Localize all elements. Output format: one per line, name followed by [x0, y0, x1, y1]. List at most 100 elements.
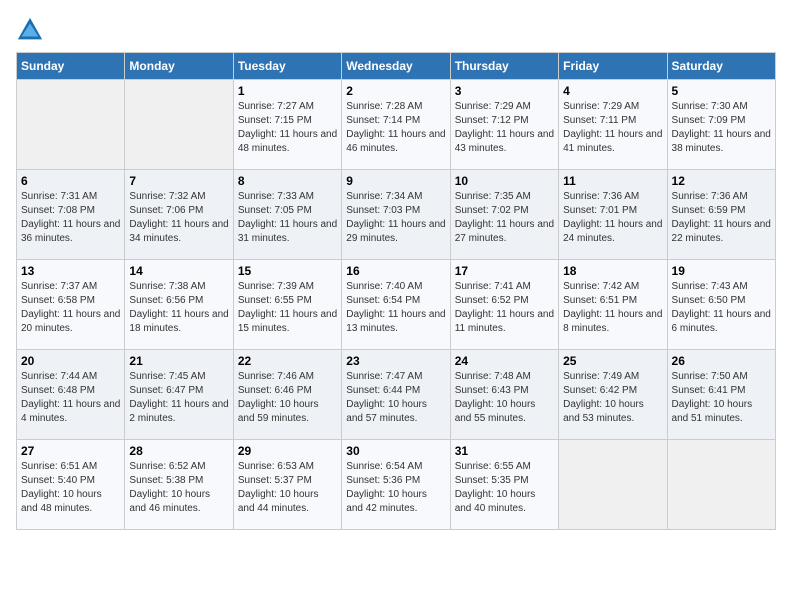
day-number: 18 — [563, 264, 662, 278]
week-row-4: 27 Sunrise: 6:51 AM Sunset: 5:40 PM Dayli… — [17, 440, 776, 530]
day-info: Sunrise: 7:29 AM Sunset: 7:12 PM Dayligh… — [455, 100, 554, 156]
day-cell: 6 Sunrise: 7:31 AM Sunset: 7:08 PM Daylig… — [17, 170, 125, 260]
day-cell: 13Sunrise: 7:37 AM Sunset: 6:58 PM Dayli… — [17, 260, 125, 350]
header-cell-sunday: Sunday — [17, 53, 125, 80]
header-row: SundayMondayTuesdayWednesdayThursdayFrid… — [17, 53, 776, 80]
day-cell: 21 Sunrise: 7:45 AM Sunset: 6:47 PM Dayli… — [125, 350, 233, 440]
day-cell: 23Sunrise: 7:47 AM Sunset: 6:44 PM Dayli… — [342, 350, 450, 440]
day-info: Sunrise: 7:42 AM Sunset: 6:51 PM Dayligh… — [563, 280, 662, 336]
day-cell: 24 Sunrise: 7:48 AM Sunset: 6:43 PM Dayli… — [450, 350, 558, 440]
day-number: 27 — [21, 444, 120, 458]
day-number: 17 — [455, 264, 554, 278]
calendar-table: SundayMondayTuesdayWednesdayThursdayFrid… — [16, 52, 776, 530]
day-number: 7 — [129, 174, 228, 188]
day-info: Sunrise: 7:28 AM Sunset: 7:14 PM Dayligh… — [346, 100, 445, 156]
day-info: Sunrise: 7:45 AM Sunset: 6:47 PM Dayligh… — [129, 370, 228, 426]
header-cell-tuesday: Tuesday — [233, 53, 341, 80]
day-cell: 30Sunrise: 6:54 AM Sunset: 5:36 PM Dayli… — [342, 440, 450, 530]
day-cell: 15 Sunrise: 7:39 AM Sunset: 6:55 PM Dayli… — [233, 260, 341, 350]
day-number: 1 — [238, 84, 337, 98]
day-number: 22 — [238, 354, 337, 368]
day-cell: 17 Sunrise: 7:41 AM Sunset: 6:52 PM Dayli… — [450, 260, 558, 350]
logo — [16, 16, 48, 44]
day-info: Sunrise: 7:50 AM Sunset: 6:41 PM Dayligh… — [672, 370, 771, 426]
calendar-header: SundayMondayTuesdayWednesdayThursdayFrid… — [17, 53, 776, 80]
day-number: 16 — [346, 264, 445, 278]
day-cell: 7Sunrise: 7:32 AM Sunset: 7:06 PM Daylig… — [125, 170, 233, 260]
day-number: 14 — [129, 264, 228, 278]
day-info: Sunrise: 7:29 AM Sunset: 7:11 PM Dayligh… — [563, 100, 662, 156]
day-cell — [559, 440, 667, 530]
day-info: Sunrise: 7:33 AM Sunset: 7:05 PM Dayligh… — [238, 190, 337, 246]
day-info: Sunrise: 7:43 AM Sunset: 6:50 PM Dayligh… — [672, 280, 771, 336]
day-number: 21 — [129, 354, 228, 368]
day-number: 28 — [129, 444, 228, 458]
day-cell: 12Sunrise: 7:36 AM Sunset: 6:59 PM Dayli… — [667, 170, 775, 260]
day-cell: 11Sunrise: 7:36 AM Sunset: 7:01 PM Dayli… — [559, 170, 667, 260]
day-info: Sunrise: 7:35 AM Sunset: 7:02 PM Dayligh… — [455, 190, 554, 246]
day-number: 19 — [672, 264, 771, 278]
day-number: 23 — [346, 354, 445, 368]
calendar-body: 1 Sunrise: 7:27 AM Sunset: 7:15 PM Daylig… — [17, 80, 776, 530]
day-cell: 8 Sunrise: 7:33 AM Sunset: 7:05 PM Daylig… — [233, 170, 341, 260]
day-info: Sunrise: 7:39 AM Sunset: 6:55 PM Dayligh… — [238, 280, 337, 336]
day-info: Sunrise: 7:34 AM Sunset: 7:03 PM Dayligh… — [346, 190, 445, 246]
logo-icon — [16, 16, 44, 44]
header-cell-monday: Monday — [125, 53, 233, 80]
day-info: Sunrise: 7:49 AM Sunset: 6:42 PM Dayligh… — [563, 370, 662, 426]
day-number: 11 — [563, 174, 662, 188]
day-cell: 2 Sunrise: 7:28 AM Sunset: 7:14 PM Daylig… — [342, 80, 450, 170]
header-cell-friday: Friday — [559, 53, 667, 80]
day-number: 6 — [21, 174, 120, 188]
day-cell: 1 Sunrise: 7:27 AM Sunset: 7:15 PM Daylig… — [233, 80, 341, 170]
day-number: 2 — [346, 84, 445, 98]
day-info: Sunrise: 7:46 AM Sunset: 6:46 PM Dayligh… — [238, 370, 337, 426]
day-number: 31 — [455, 444, 554, 458]
day-number: 12 — [672, 174, 771, 188]
day-cell: 26 Sunrise: 7:50 AM Sunset: 6:41 PM Dayli… — [667, 350, 775, 440]
day-cell: 10Sunrise: 7:35 AM Sunset: 7:02 PM Dayli… — [450, 170, 558, 260]
day-cell: 3 Sunrise: 7:29 AM Sunset: 7:12 PM Daylig… — [450, 80, 558, 170]
week-row-1: 6 Sunrise: 7:31 AM Sunset: 7:08 PM Daylig… — [17, 170, 776, 260]
day-cell: 25 Sunrise: 7:49 AM Sunset: 6:42 PM Dayli… — [559, 350, 667, 440]
week-row-0: 1 Sunrise: 7:27 AM Sunset: 7:15 PM Daylig… — [17, 80, 776, 170]
header-cell-saturday: Saturday — [667, 53, 775, 80]
day-cell: 28 Sunrise: 6:52 AM Sunset: 5:38 PM Dayli… — [125, 440, 233, 530]
day-number: 20 — [21, 354, 120, 368]
day-cell — [667, 440, 775, 530]
day-info: Sunrise: 7:40 AM Sunset: 6:54 PM Dayligh… — [346, 280, 445, 336]
day-cell: 18 Sunrise: 7:42 AM Sunset: 6:51 PM Dayli… — [559, 260, 667, 350]
day-number: 26 — [672, 354, 771, 368]
day-info: Sunrise: 7:30 AM Sunset: 7:09 PM Dayligh… — [672, 100, 771, 156]
day-info: Sunrise: 7:27 AM Sunset: 7:15 PM Dayligh… — [238, 100, 337, 156]
day-info: Sunrise: 6:53 AM Sunset: 5:37 PM Dayligh… — [238, 460, 337, 516]
day-info: Sunrise: 6:54 AM Sunset: 5:36 PM Dayligh… — [346, 460, 445, 516]
day-number: 8 — [238, 174, 337, 188]
day-info: Sunrise: 7:48 AM Sunset: 6:43 PM Dayligh… — [455, 370, 554, 426]
day-info: Sunrise: 6:52 AM Sunset: 5:38 PM Dayligh… — [129, 460, 228, 516]
day-info: Sunrise: 7:41 AM Sunset: 6:52 PM Dayligh… — [455, 280, 554, 336]
day-cell: 20 Sunrise: 7:44 AM Sunset: 6:48 PM Dayli… — [17, 350, 125, 440]
day-info: Sunrise: 7:44 AM Sunset: 6:48 PM Dayligh… — [21, 370, 120, 426]
day-cell: 9Sunrise: 7:34 AM Sunset: 7:03 PM Daylig… — [342, 170, 450, 260]
week-row-3: 20 Sunrise: 7:44 AM Sunset: 6:48 PM Dayli… — [17, 350, 776, 440]
day-cell: 22 Sunrise: 7:46 AM Sunset: 6:46 PM Dayli… — [233, 350, 341, 440]
day-cell: 29Sunrise: 6:53 AM Sunset: 5:37 PM Dayli… — [233, 440, 341, 530]
day-cell: 14 Sunrise: 7:38 AM Sunset: 6:56 PM Dayli… — [125, 260, 233, 350]
header-cell-thursday: Thursday — [450, 53, 558, 80]
day-info: Sunrise: 7:38 AM Sunset: 6:56 PM Dayligh… — [129, 280, 228, 336]
day-number: 5 — [672, 84, 771, 98]
day-number: 25 — [563, 354, 662, 368]
day-number: 13 — [21, 264, 120, 278]
day-cell: 4Sunrise: 7:29 AM Sunset: 7:11 PM Daylig… — [559, 80, 667, 170]
day-info: Sunrise: 7:31 AM Sunset: 7:08 PM Dayligh… — [21, 190, 120, 246]
day-number: 24 — [455, 354, 554, 368]
day-number: 15 — [238, 264, 337, 278]
day-cell: 31Sunrise: 6:55 AM Sunset: 5:35 PM Dayli… — [450, 440, 558, 530]
week-row-2: 13Sunrise: 7:37 AM Sunset: 6:58 PM Dayli… — [17, 260, 776, 350]
day-cell — [125, 80, 233, 170]
day-cell: 19 Sunrise: 7:43 AM Sunset: 6:50 PM Dayli… — [667, 260, 775, 350]
day-info: Sunrise: 6:51 AM Sunset: 5:40 PM Dayligh… — [21, 460, 120, 516]
page-header — [16, 16, 776, 44]
day-number: 3 — [455, 84, 554, 98]
